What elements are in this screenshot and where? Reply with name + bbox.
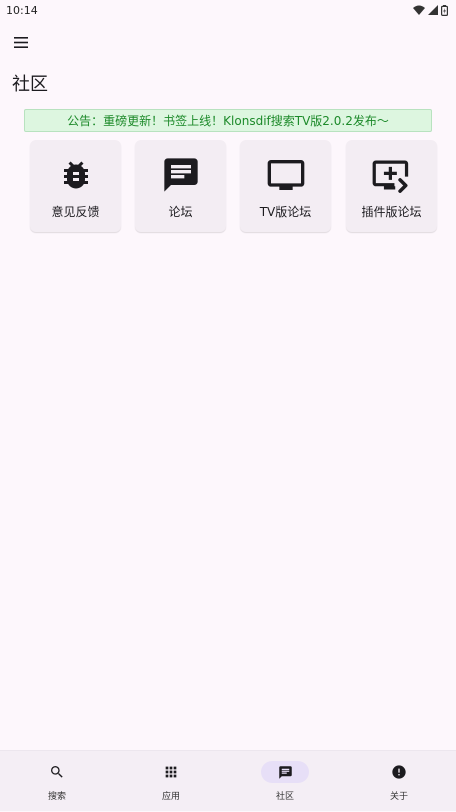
nav-item-search[interactable]: 搜索: [0, 751, 114, 812]
status-icons: [413, 4, 448, 16]
forum-message-icon: [278, 765, 292, 779]
nav-item-about[interactable]: 关于: [342, 751, 456, 812]
nav-icon-container: [147, 761, 195, 783]
tv-forum-card[interactable]: TV版论坛: [240, 140, 331, 232]
nav-item-community[interactable]: 社区: [228, 751, 342, 812]
community-links-grid: 意见反馈 论坛 TV版论坛 插件版论坛: [30, 140, 438, 232]
card-label: 论坛: [168, 205, 193, 219]
nav-label: 社区: [275, 792, 294, 802]
add-to-queue-icon: [371, 154, 413, 196]
forum-card[interactable]: 论坛: [135, 140, 226, 232]
menu-button[interactable]: [10, 32, 32, 52]
nav-label: 搜索: [47, 792, 66, 802]
nav-label: 关于: [389, 792, 408, 802]
wifi-icon: [413, 5, 425, 15]
battery-icon: [441, 4, 448, 16]
app-bar: [0, 28, 456, 56]
card-label: 意见反馈: [51, 205, 100, 219]
plugin-forum-card[interactable]: 插件版论坛: [346, 140, 437, 232]
apps-grid-icon: [165, 766, 177, 778]
bottom-navigation: 搜索 应用 社区 关于: [0, 750, 456, 811]
nav-icon-container: [375, 761, 423, 783]
search-icon: [51, 766, 63, 778]
forum-message-icon: [160, 154, 202, 196]
signal-icon: [428, 5, 438, 15]
hamburger-menu-icon: [14, 36, 28, 48]
nav-label: 应用: [161, 792, 180, 802]
nav-icon-container: [261, 761, 309, 783]
bug-icon: [55, 154, 97, 196]
feedback-card[interactable]: 意见反馈: [30, 140, 121, 232]
announcement-banner[interactable]: 公告：重磅更新！书签上线！Klonsdif搜索TV版2.0.2发布〜: [24, 109, 432, 132]
nav-item-apps[interactable]: 应用: [114, 751, 228, 812]
nav-icon-container: [33, 761, 81, 783]
card-label: TV版论坛: [259, 205, 312, 219]
status-bar: 10:14: [0, 0, 456, 20]
status-time: 10:14: [6, 3, 38, 17]
info-icon: [392, 765, 406, 779]
card-label: 插件版论坛: [361, 205, 422, 219]
page-title: 社区: [12, 74, 48, 95]
tv-icon: [265, 154, 307, 196]
